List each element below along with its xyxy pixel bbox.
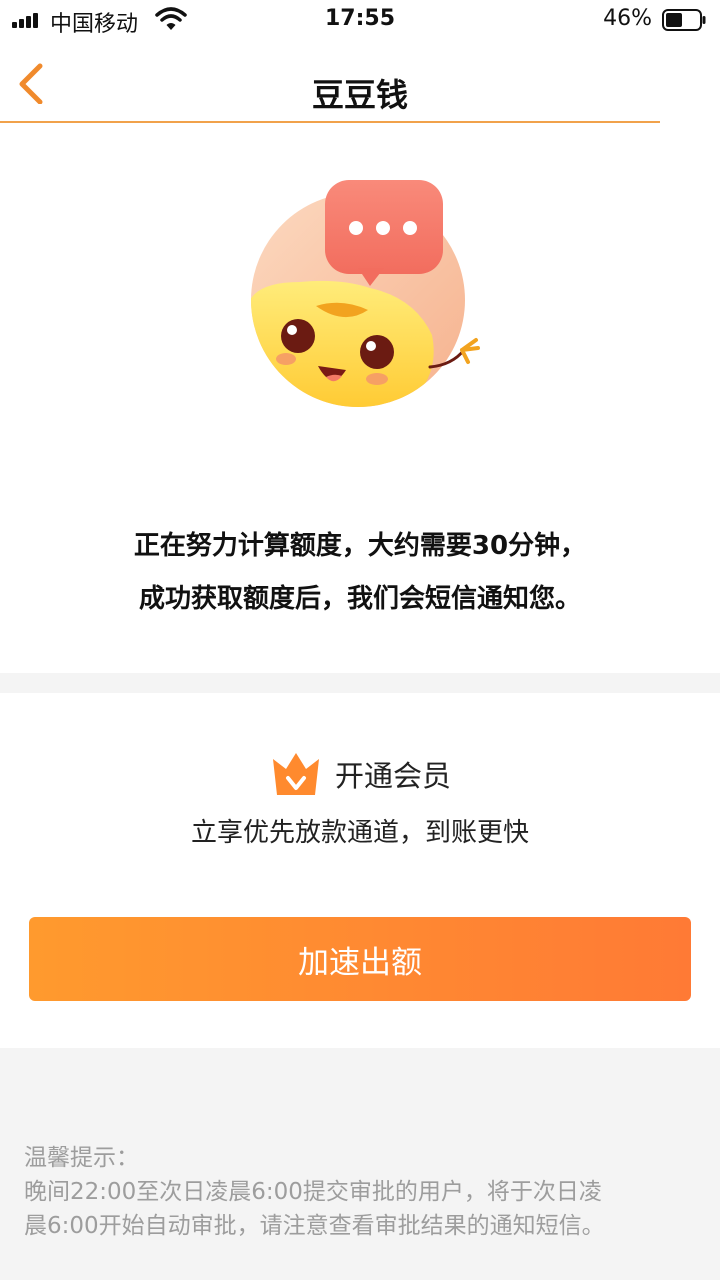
- battery-percent: 46%: [603, 6, 652, 31]
- chat-bubble-icon: [325, 180, 443, 286]
- nav-divider: [0, 121, 660, 123]
- nav-bar: 豆豆钱: [0, 40, 720, 122]
- status-message-line-2: 成功获取额度后，我们会短信通知您。: [138, 584, 581, 614]
- section-divider: [0, 673, 720, 693]
- tips-line-1: 晚间22:00至次日凌晨6:00提交审批的用户，将于次日凌: [24, 1179, 602, 1205]
- status-bar: 中国移动 17:55 46%: [0, 0, 720, 40]
- membership-heading: 开通会员: [0, 750, 720, 798]
- membership-title: 开通会员: [334, 759, 451, 793]
- tips-line-2: 晨6:00开始自动审批，请注意查看审批结果的通知短信。: [24, 1213, 605, 1239]
- membership-subtitle: 立享优先放款通道，到账更快: [190, 818, 529, 848]
- battery-icon: [662, 9, 706, 31]
- tips-heading: 温馨提示：: [24, 1145, 139, 1171]
- mascot-icon: [251, 180, 480, 407]
- page-title: 豆豆钱: [311, 76, 408, 114]
- accelerate-button[interactable]: 加速出额: [29, 917, 691, 1001]
- status-message-line-1: 正在努力计算额度，大约需要30分钟，: [133, 531, 587, 561]
- crown-icon: [272, 753, 319, 795]
